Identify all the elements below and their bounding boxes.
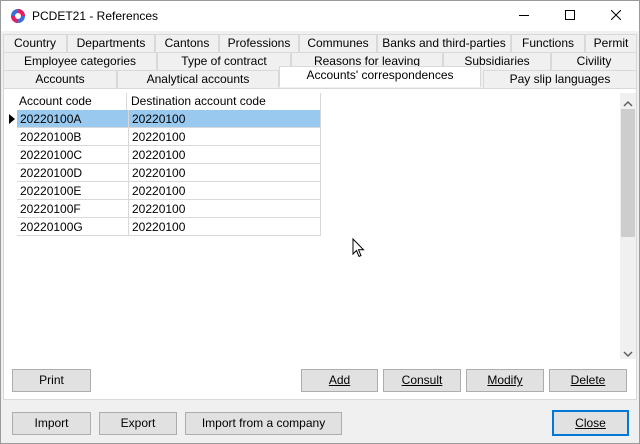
- table-row[interactable]: 20220100A 20220100: [7, 110, 321, 128]
- export-button[interactable]: Export: [99, 412, 177, 435]
- delete-button[interactable]: Delete: [549, 369, 627, 392]
- import-button[interactable]: Import: [12, 412, 91, 435]
- table-row[interactable]: 20220100G 20220100: [7, 218, 321, 236]
- cell-account-code[interactable]: 20220100C: [17, 146, 129, 164]
- tab-accounts-correspondences[interactable]: Accounts' correspondences: [279, 66, 481, 87]
- cell-account-code[interactable]: 20220100D: [17, 164, 129, 182]
- cell-account-code[interactable]: 20220100G: [17, 218, 129, 236]
- column-header-destination-account-code[interactable]: Destination account code: [127, 93, 321, 110]
- tab-type-of-contract[interactable]: Type of contract: [157, 52, 291, 70]
- tab-banks-third-parties[interactable]: Banks and third-parties: [377, 34, 511, 52]
- cell-destination-account-code[interactable]: 20220100: [129, 200, 321, 218]
- table-row[interactable]: 20220100C 20220100: [7, 146, 321, 164]
- minimize-button[interactable]: [501, 1, 547, 31]
- tab-communes[interactable]: Communes: [299, 34, 377, 52]
- minimize-icon: [519, 9, 529, 23]
- tab-civility[interactable]: Civility: [551, 52, 637, 70]
- close-icon: [610, 9, 622, 23]
- tab-permit[interactable]: Permit: [585, 34, 637, 52]
- tab-country[interactable]: Country: [3, 34, 67, 52]
- add-button[interactable]: Add: [301, 369, 378, 392]
- tab-pay-slip-languages[interactable]: Pay slip languages: [483, 70, 637, 88]
- mouse-pointer-icon: [352, 237, 365, 261]
- tab-employee-categories[interactable]: Employee categories: [3, 52, 157, 70]
- cell-destination-account-code[interactable]: 20220100: [129, 128, 321, 146]
- references-window: PCDET21 - References Country Departments…: [0, 0, 640, 444]
- tab-functions[interactable]: Functions: [511, 34, 585, 52]
- tab-professions[interactable]: Professions: [219, 34, 299, 52]
- close-button[interactable]: Close: [552, 410, 629, 436]
- cell-account-code[interactable]: 20220100E: [17, 182, 129, 200]
- table-row[interactable]: 20220100B 20220100: [7, 128, 321, 146]
- window-title: PCDET21 - References: [32, 9, 159, 23]
- tab-cantons[interactable]: Cantons: [155, 34, 219, 52]
- cell-account-code[interactable]: 20220100A: [17, 110, 129, 128]
- print-button[interactable]: Print: [12, 369, 91, 392]
- consult-button[interactable]: Consult: [383, 369, 461, 392]
- cell-destination-account-code[interactable]: 20220100: [129, 218, 321, 236]
- table-row[interactable]: 20220100D 20220100: [7, 164, 321, 182]
- cell-destination-account-code[interactable]: 20220100: [129, 164, 321, 182]
- modify-button[interactable]: Modify: [466, 369, 544, 392]
- app-logo-icon: [10, 8, 26, 24]
- maximize-icon: [565, 9, 575, 23]
- maximize-button[interactable]: [547, 1, 593, 31]
- title-bar: PCDET21 - References: [1, 1, 639, 31]
- close-window-button[interactable]: [593, 1, 639, 31]
- cell-destination-account-code[interactable]: 20220100: [129, 110, 321, 128]
- table-row[interactable]: 20220100E 20220100: [7, 182, 321, 200]
- tab-departments[interactable]: Departments: [67, 34, 155, 52]
- cell-account-code[interactable]: 20220100B: [17, 128, 129, 146]
- scroll-down-arrow-icon[interactable]: [623, 347, 633, 361]
- cell-account-code[interactable]: 20220100F: [17, 200, 129, 218]
- column-header-account-code[interactable]: Account code: [15, 93, 127, 110]
- scrollbar-thumb[interactable]: [621, 109, 635, 237]
- cell-destination-account-code[interactable]: 20220100: [129, 182, 321, 200]
- cell-destination-account-code[interactable]: 20220100: [129, 146, 321, 164]
- table-row[interactable]: 20220100F 20220100: [7, 200, 321, 218]
- tab-accounts[interactable]: Accounts: [3, 70, 117, 88]
- grid-header: Account code Destination account code: [15, 93, 321, 110]
- tab-analytical-accounts[interactable]: Analytical accounts: [117, 70, 279, 88]
- import-from-company-button[interactable]: Import from a company: [185, 412, 342, 435]
- current-row-arrow-icon: [7, 110, 17, 128]
